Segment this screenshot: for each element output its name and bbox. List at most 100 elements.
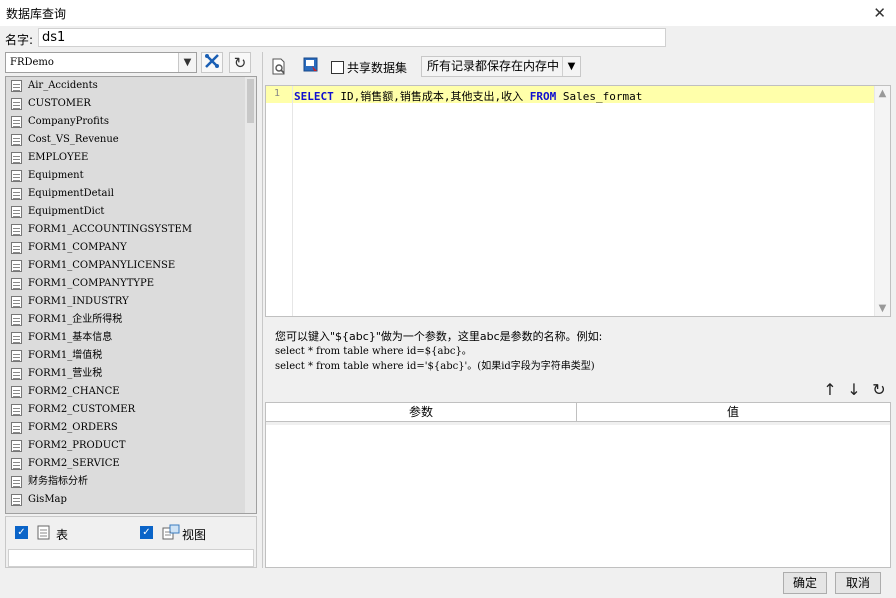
table-list-item[interactable]: FORM1_企业所得税 <box>6 311 256 329</box>
parameter-table-body[interactable] <box>266 425 890 567</box>
table-list-item[interactable]: FORM2_CHANCE <box>6 383 256 401</box>
sql-editor[interactable]: 1 SELECT ID,销售额,销售成本,其他支出,收入 FROM Sales_… <box>265 85 891 317</box>
table-name: CUSTOMER <box>28 98 91 109</box>
column-header-param[interactable]: 参数 <box>266 403 577 422</box>
table-icon <box>11 476 22 488</box>
connection-tools-button[interactable] <box>201 52 223 73</box>
memory-mode-select[interactable]: 所有记录都保存在内存中 ▼ <box>421 56 581 77</box>
table-name: FORM1_ACCOUNTINGSYSTEM <box>28 224 193 235</box>
arrow-up-icon[interactable]: ↑ <box>821 380 839 399</box>
scroll-down-icon[interactable]: ▼ <box>875 303 890 314</box>
table-icon <box>11 206 22 218</box>
refresh-icon: ↻ <box>233 54 247 72</box>
table-list-item[interactable]: FORM1_营业税 <box>6 365 256 383</box>
table-list-item[interactable]: 财务指标分析 <box>6 473 256 491</box>
table-icon <box>11 368 22 380</box>
table-name: Air_Accidents <box>28 80 98 91</box>
filter-box: ✓ 表 ✓ 视图 <box>5 516 257 568</box>
parameter-table-header: 参数 值 <box>266 403 890 422</box>
table-icon <box>11 386 22 398</box>
table-list-item[interactable]: FORM2_PRODUCT <box>6 437 256 455</box>
sql-text[interactable]: SELECT ID,销售额,销售成本,其他支出,收入 FROM Sales_fo… <box>294 88 642 104</box>
table-icon <box>11 314 22 326</box>
table-list-item[interactable]: FORM1_COMPANY <box>6 239 256 257</box>
chevron-down-icon[interactable]: ▼ <box>178 53 196 72</box>
table-icon <box>11 224 22 236</box>
table-list-item[interactable]: FORM1_COMPANYLICENSE <box>6 257 256 275</box>
name-label: 名字: <box>5 33 34 47</box>
parameter-table: 参数 值 <box>265 402 891 568</box>
table-icon <box>11 98 22 110</box>
left-panel: FRDemo ▼ ↻ Air_Accidents CUSTOMER CompanyP… <box>5 52 257 514</box>
parameter-hint: 您可以键入"${abc}"做为一个参数，这里abc是参数的名称。例如: selec… <box>275 329 602 374</box>
table-list-item[interactable]: FORM1_基本信息 <box>6 329 256 347</box>
window-title: 数据库查询 <box>6 7 67 21</box>
table-list-item[interactable]: FORM2_ORDERS <box>6 419 256 437</box>
table-icon <box>11 494 22 506</box>
table-name: 财务指标分析 <box>28 476 88 487</box>
sql-keyword-from: FROM <box>529 90 557 103</box>
table-list-item[interactable]: EquipmentDetail <box>6 185 256 203</box>
table-list-item[interactable]: EquipmentDict <box>6 203 256 221</box>
sql-tool-icon[interactable] <box>303 57 319 74</box>
table-name: FORM1_COMPANYTYPE <box>28 278 155 289</box>
table-icon <box>11 188 22 200</box>
table-list-item[interactable]: GisMap <box>6 491 256 509</box>
editor-gutter <box>292 86 293 316</box>
table-name: FORM1_基本信息 <box>28 332 113 343</box>
table-list-item[interactable]: FORM1_COMPANYTYPE <box>6 275 256 293</box>
table-list-item[interactable]: EMPLOYEE <box>6 149 256 167</box>
table-icon <box>11 116 22 128</box>
datasource-select[interactable]: FRDemo ▼ <box>5 52 197 73</box>
table-list-item[interactable]: Cost_VS_Revenue <box>6 131 256 149</box>
table-list-item[interactable]: FORM2_CUSTOMER <box>6 401 256 419</box>
table-icon <box>11 296 22 308</box>
shared-dataset-checkbox[interactable] <box>331 61 344 74</box>
table-icon <box>11 422 22 434</box>
table-checkbox[interactable]: ✓ <box>15 526 28 539</box>
editor-scrollbar[interactable]: ▲ ▼ <box>874 86 890 316</box>
ok-button[interactable]: 确定 <box>783 572 827 594</box>
column-header-value[interactable]: 值 <box>577 403 889 422</box>
table-icon <box>11 242 22 254</box>
name-input[interactable]: ds1 <box>38 28 666 47</box>
table-rows: Air_Accidents CUSTOMER CompanyProfits Cost_… <box>6 77 256 509</box>
table-icon <box>37 525 50 540</box>
table-icon <box>11 332 22 344</box>
sql-keyword-select: SELECT <box>294 90 334 103</box>
table-search-input[interactable] <box>8 549 254 567</box>
scrollbar-thumb[interactable] <box>247 79 254 123</box>
table-name: EMPLOYEE <box>28 152 89 163</box>
table-name: FORM1_企业所得税 <box>28 314 123 325</box>
table-list-item[interactable]: FORM1_ACCOUNTINGSYSTEM <box>6 221 256 239</box>
table-list-scrollbar[interactable] <box>245 77 256 513</box>
table-icon <box>11 278 22 290</box>
table-icon <box>11 458 22 470</box>
title-bar: 数据库查询 ✕ <box>0 0 896 26</box>
shared-dataset-label: 共享数据集 <box>347 61 408 75</box>
table-icon <box>11 170 22 182</box>
table-list-item[interactable]: Equipment <box>6 167 256 185</box>
hint-line-1: 您可以键入"${abc}"做为一个参数，这里abc是参数的名称。例如: <box>275 330 603 343</box>
scroll-up-icon[interactable]: ▲ <box>875 88 890 99</box>
table-list-item[interactable]: FORM1_INDUSTRY <box>6 293 256 311</box>
table-list-item[interactable]: CUSTOMER <box>6 95 256 113</box>
refresh-params-icon[interactable]: ↻ <box>870 380 888 399</box>
sql-table: Sales_format <box>556 90 643 103</box>
table-list-item[interactable]: FORM1_增值税 <box>6 347 256 365</box>
cancel-button[interactable]: 取消 <box>835 572 881 594</box>
view-label: 视图 <box>182 528 207 542</box>
view-checkbox[interactable]: ✓ <box>140 526 153 539</box>
table-list-item[interactable]: FORM2_SERVICE <box>6 455 256 473</box>
chevron-down-icon[interactable]: ▼ <box>562 57 580 76</box>
arrow-down-icon[interactable]: ↓ <box>845 380 863 399</box>
preview-icon[interactable] <box>271 58 287 75</box>
close-icon[interactable]: ✕ <box>873 4 886 22</box>
table-list-item[interactable]: Air_Accidents <box>6 77 256 95</box>
table-icon <box>11 152 22 164</box>
table-list-item[interactable]: CompanyProfits <box>6 113 256 131</box>
table-icon <box>11 404 22 416</box>
table-name: EquipmentDetail <box>28 188 114 199</box>
refresh-button[interactable]: ↻ <box>229 52 251 73</box>
line-number: 1 <box>274 88 281 99</box>
